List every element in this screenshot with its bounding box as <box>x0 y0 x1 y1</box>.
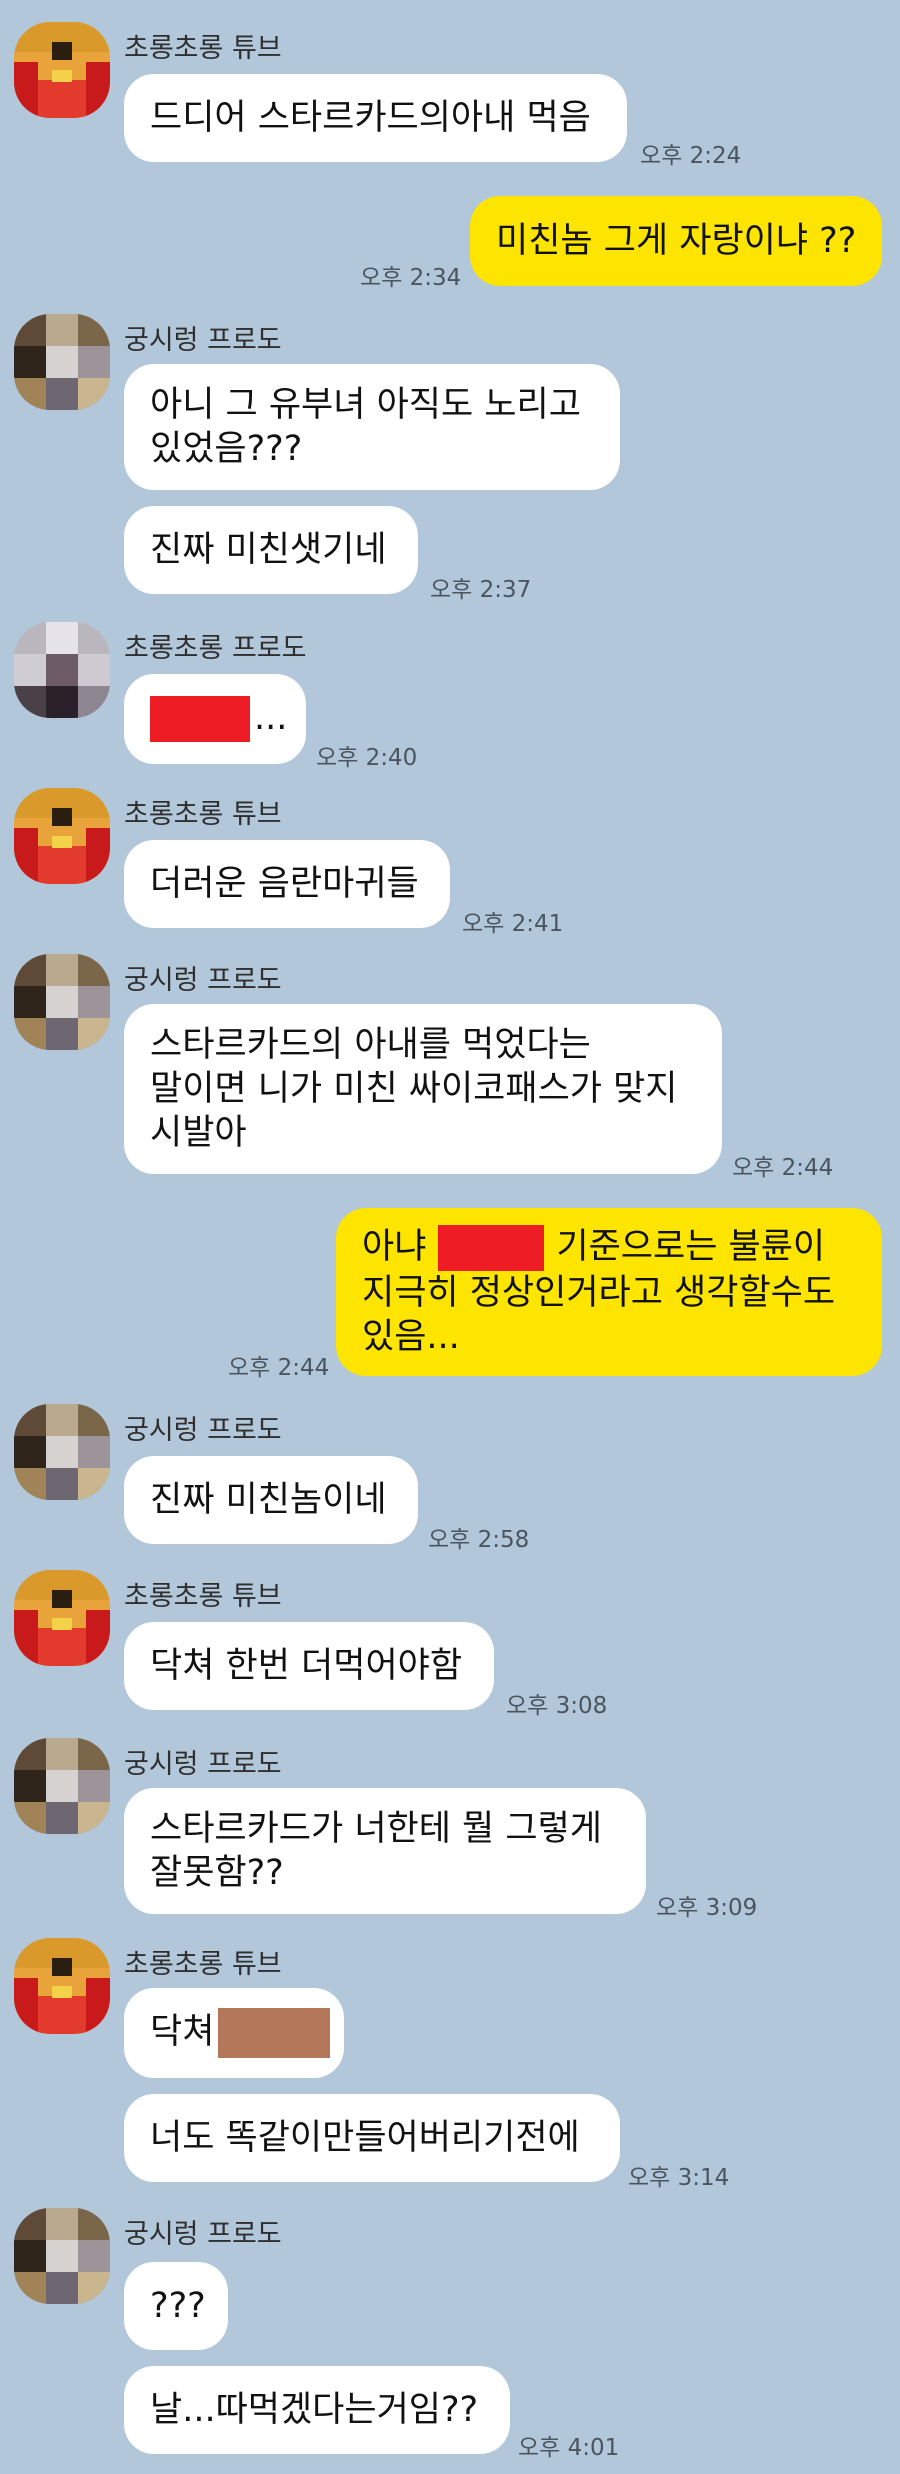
message-bubble[interactable]: 닥쳐 한번 더먹어야함 <box>124 1622 494 1710</box>
message-text: 있음... <box>362 1317 460 1357</box>
avatar-frodo-2[interactable] <box>14 622 110 718</box>
message-text: 너도 똑같이만들어버리기전에 <box>150 2118 580 2158</box>
avatar-frodo[interactable] <box>14 1404 110 1500</box>
message-time: 오후 2:44 <box>228 1355 330 1381</box>
message-time: 오후 2:44 <box>732 1155 834 1181</box>
sender-name: 궁시렁 프로도 <box>124 2219 282 2250</box>
message-text: 스타르카드의 아내를 먹었다는 <box>150 1025 591 1065</box>
avatar-tube[interactable] <box>14 788 110 884</box>
sender-name: 초롱초롱 튜브 <box>124 33 282 64</box>
message-text: ... <box>254 698 288 738</box>
message-time: 오후 3:08 <box>506 1693 608 1719</box>
message-time: 오후 3:09 <box>656 1895 758 1921</box>
message-text: 아니 그 유부녀 아직도 노리고 <box>150 385 581 425</box>
avatar-tube[interactable] <box>14 22 110 118</box>
redaction-block <box>218 2008 331 2058</box>
message-text: 스타르카드가 너한테 뭘 그렇게 <box>150 1809 602 1849</box>
message-text: 닥쳐 <box>150 2012 215 2052</box>
message-text: 아냐 <box>362 1227 427 1267</box>
message-text: 지극히 정상인거라고 생각할수도 <box>362 1273 836 1313</box>
message-bubble[interactable]: 더러운 음란마귀들 <box>124 840 450 928</box>
message-time: 오후 2:40 <box>316 745 418 771</box>
message-bubble[interactable]: ??? <box>124 2262 228 2350</box>
message-time: 오후 2:37 <box>430 577 532 603</box>
message-bubble[interactable]: 드디어 스타르카드의아내 먹음 <box>124 74 627 162</box>
sender-name: 초롱초롱 튜브 <box>124 1581 282 1612</box>
avatar-frodo[interactable] <box>14 2208 110 2304</box>
my-message-bubble[interactable]: 미친놈 그게 자랑이냐 ?? <box>470 196 882 286</box>
message-text: 진짜 미친놈이네 <box>150 1480 387 1520</box>
message-bubble[interactable]: 스타르카드가 너한테 뭘 그렇게 잘못함?? <box>124 1788 646 1914</box>
my-message-bubble[interactable]: 아냐 기준으로는 불륜이 지극히 정상인거라고 생각할수도 있음... <box>336 1208 882 1376</box>
avatar-frodo[interactable] <box>14 314 110 410</box>
message-time: 오후 4:01 <box>518 2435 620 2461</box>
sender-name: 초롱초롱 튜브 <box>124 1949 282 1980</box>
sender-name: 초롱초롱 튜브 <box>124 799 282 830</box>
message-time: 오후 2:24 <box>640 143 742 169</box>
message-text: 드디어 스타르카드의아내 먹음 <box>150 98 591 138</box>
message-text: 날...따먹겠다는거임?? <box>150 2390 479 2430</box>
message-text: 더러운 음란마귀들 <box>150 864 419 904</box>
message-time: 오후 2:34 <box>360 265 462 291</box>
sender-name: 궁시렁 프로도 <box>124 1415 282 1446</box>
avatar-frodo[interactable] <box>14 1738 110 1834</box>
sender-name: 궁시렁 프로도 <box>124 325 282 356</box>
message-text: 잘못함?? <box>150 1853 284 1893</box>
message-time: 오후 2:41 <box>462 911 564 937</box>
message-text: 있었음??? <box>150 429 303 469</box>
message-time: 오후 2:58 <box>428 1527 530 1553</box>
message-text: 진짜 미친샛기네 <box>150 530 387 570</box>
sender-name: 궁시렁 프로도 <box>124 965 282 996</box>
message-time: 오후 3:14 <box>628 2165 730 2191</box>
avatar-tube[interactable] <box>14 1938 110 2034</box>
avatar-tube[interactable] <box>14 1570 110 1666</box>
message-bubble[interactable]: 너도 똑같이만들어버리기전에 <box>124 2094 620 2182</box>
message-bubble[interactable]: 진짜 미친놈이네 <box>124 1456 418 1544</box>
message-text: 말이면 니가 미친 싸이코패스가 맞지 <box>150 1069 678 1109</box>
sender-name: 초롱초롱 프로도 <box>124 633 307 664</box>
message-bubble[interactable]: 진짜 미친샛기네 <box>124 506 418 594</box>
message-text: 기준으로는 불륜이 <box>556 1227 826 1267</box>
message-text: 미친놈 그게 자랑이냐 ?? <box>496 221 857 261</box>
message-bubble[interactable]: 스타르카드의 아내를 먹었다는 말이면 니가 미친 싸이코패스가 맞지 시발아 <box>124 1004 722 1174</box>
message-text: 시발아 <box>150 1113 247 1153</box>
sender-name: 궁시렁 프로도 <box>124 1749 282 1780</box>
message-bubble[interactable]: 닥쳐 <box>124 1988 344 2078</box>
message-bubble[interactable]: ... <box>124 674 306 764</box>
redaction-block <box>150 696 250 742</box>
message-text: ??? <box>150 2286 206 2326</box>
message-text: 닥쳐 한번 더먹어야함 <box>150 1646 463 1686</box>
redaction-block <box>438 1225 545 1271</box>
message-bubble[interactable]: 날...따먹겠다는거임?? <box>124 2366 510 2454</box>
message-bubble[interactable]: 아니 그 유부녀 아직도 노리고 있었음??? <box>124 364 620 490</box>
avatar-frodo[interactable] <box>14 954 110 1050</box>
